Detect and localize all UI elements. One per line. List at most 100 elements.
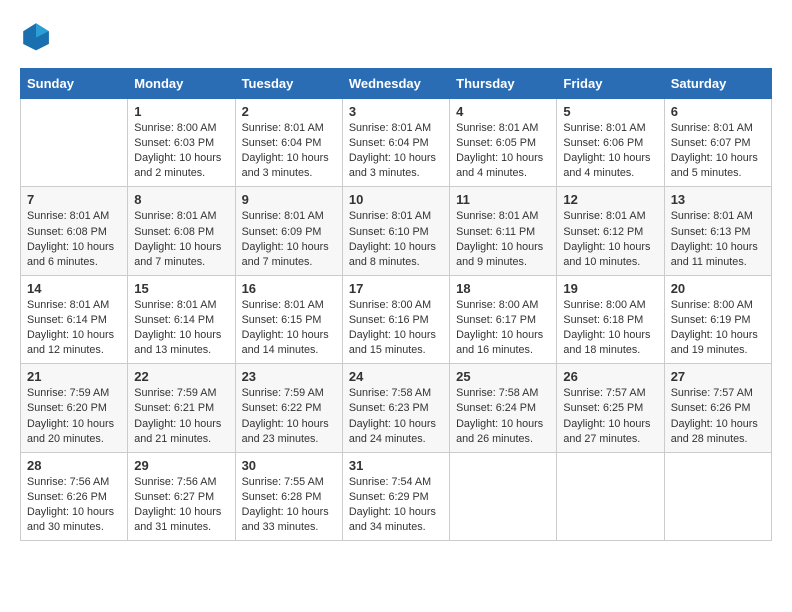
day-number: 11 bbox=[456, 192, 550, 207]
day-number: 13 bbox=[671, 192, 765, 207]
day-number: 16 bbox=[242, 281, 336, 296]
day-info: Sunrise: 8:01 AM Sunset: 6:10 PM Dayligh… bbox=[349, 209, 443, 269]
day-cell: 19 Sunrise: 8:00 AM Sunset: 6:18 PM Dayli… bbox=[557, 275, 664, 363]
header-row: SundayMondayTuesdayWednesdayThursdayFrid… bbox=[21, 69, 772, 99]
day-cell bbox=[557, 452, 664, 540]
day-number: 4 bbox=[456, 104, 550, 119]
day-number: 24 bbox=[349, 369, 443, 384]
day-cell: 6 Sunrise: 8:01 AM Sunset: 6:07 PM Daylig… bbox=[664, 99, 771, 187]
day-number: 27 bbox=[671, 369, 765, 384]
day-cell: 1 Sunrise: 8:00 AM Sunset: 6:03 PM Daylig… bbox=[128, 99, 235, 187]
day-info: Sunrise: 8:00 AM Sunset: 6:19 PM Dayligh… bbox=[671, 298, 765, 358]
day-info: Sunrise: 7:54 AM Sunset: 6:29 PM Dayligh… bbox=[349, 475, 443, 535]
day-cell: 8Sunrise: 8:01 AM Sunset: 6:08 PM Daylig… bbox=[128, 187, 235, 275]
day-cell: 4Sunrise: 8:01 AM Sunset: 6:05 PM Daylig… bbox=[450, 99, 557, 187]
day-number: 3 bbox=[349, 104, 443, 119]
day-number: 26 bbox=[563, 369, 657, 384]
day-info: Sunrise: 8:01 AM Sunset: 6:07 PM Dayligh… bbox=[671, 121, 765, 181]
day-cell: 31 Sunrise: 7:54 AM Sunset: 6:29 PM Dayli… bbox=[342, 452, 449, 540]
day-cell: 20 Sunrise: 8:00 AM Sunset: 6:19 PM Dayli… bbox=[664, 275, 771, 363]
day-number: 14 bbox=[27, 281, 121, 296]
column-header-monday: Monday bbox=[128, 69, 235, 99]
day-info: Sunrise: 7:59 AM Sunset: 6:20 PM Dayligh… bbox=[27, 386, 121, 446]
day-number: 28 bbox=[27, 458, 121, 473]
day-info: Sunrise: 8:01 AM Sunset: 6:06 PM Dayligh… bbox=[563, 121, 657, 181]
day-info: Sunrise: 8:01 AM Sunset: 6:11 PM Dayligh… bbox=[456, 209, 550, 269]
day-info: Sunrise: 8:00 AM Sunset: 6:03 PM Dayligh… bbox=[134, 121, 228, 181]
day-number: 1 bbox=[134, 104, 228, 119]
day-cell: 26 Sunrise: 7:57 AM Sunset: 6:25 PM Dayli… bbox=[557, 364, 664, 452]
column-header-wednesday: Wednesday bbox=[342, 69, 449, 99]
day-cell: 13 Sunrise: 8:01 AM Sunset: 6:13 PM Dayli… bbox=[664, 187, 771, 275]
column-header-thursday: Thursday bbox=[450, 69, 557, 99]
day-cell: 9 Sunrise: 8:01 AM Sunset: 6:09 PM Daylig… bbox=[235, 187, 342, 275]
day-number: 9 bbox=[242, 192, 336, 207]
day-number: 30 bbox=[242, 458, 336, 473]
day-number: 21 bbox=[27, 369, 121, 384]
day-cell: 10Sunrise: 8:01 AM Sunset: 6:10 PM Dayli… bbox=[342, 187, 449, 275]
day-cell: 22 Sunrise: 7:59 AM Sunset: 6:21 PM Dayli… bbox=[128, 364, 235, 452]
day-info: Sunrise: 8:01 AM Sunset: 6:13 PM Dayligh… bbox=[671, 209, 765, 269]
day-info: Sunrise: 7:56 AM Sunset: 6:27 PM Dayligh… bbox=[134, 475, 228, 535]
day-cell: 25 Sunrise: 7:58 AM Sunset: 6:24 PM Dayli… bbox=[450, 364, 557, 452]
day-cell: 3Sunrise: 8:01 AM Sunset: 6:04 PM Daylig… bbox=[342, 99, 449, 187]
day-info: Sunrise: 8:01 AM Sunset: 6:08 PM Dayligh… bbox=[134, 209, 228, 269]
day-number: 23 bbox=[242, 369, 336, 384]
day-number: 17 bbox=[349, 281, 443, 296]
day-cell: 29 Sunrise: 7:56 AM Sunset: 6:27 PM Dayli… bbox=[128, 452, 235, 540]
week-row-4: 21 Sunrise: 7:59 AM Sunset: 6:20 PM Dayli… bbox=[21, 364, 772, 452]
day-number: 20 bbox=[671, 281, 765, 296]
column-header-friday: Friday bbox=[557, 69, 664, 99]
day-cell: 30 Sunrise: 7:55 AM Sunset: 6:28 PM Dayli… bbox=[235, 452, 342, 540]
day-info: Sunrise: 8:01 AM Sunset: 6:09 PM Dayligh… bbox=[242, 209, 336, 269]
day-info: Sunrise: 7:58 AM Sunset: 6:24 PM Dayligh… bbox=[456, 386, 550, 446]
day-cell: 2 Sunrise: 8:01 AM Sunset: 6:04 PM Daylig… bbox=[235, 99, 342, 187]
day-info: Sunrise: 8:01 AM Sunset: 6:14 PM Dayligh… bbox=[27, 298, 121, 358]
day-info: Sunrise: 7:56 AM Sunset: 6:26 PM Dayligh… bbox=[27, 475, 121, 535]
day-cell: 14 Sunrise: 8:01 AM Sunset: 6:14 PM Dayli… bbox=[21, 275, 128, 363]
day-number: 18 bbox=[456, 281, 550, 296]
week-row-3: 14 Sunrise: 8:01 AM Sunset: 6:14 PM Dayli… bbox=[21, 275, 772, 363]
day-info: Sunrise: 7:55 AM Sunset: 6:28 PM Dayligh… bbox=[242, 475, 336, 535]
day-cell bbox=[664, 452, 771, 540]
day-cell: 12Sunrise: 8:01 AM Sunset: 6:12 PM Dayli… bbox=[557, 187, 664, 275]
day-number: 31 bbox=[349, 458, 443, 473]
day-info: Sunrise: 7:57 AM Sunset: 6:26 PM Dayligh… bbox=[671, 386, 765, 446]
day-info: Sunrise: 8:01 AM Sunset: 6:08 PM Dayligh… bbox=[27, 209, 121, 269]
week-row-2: 7 Sunrise: 8:01 AM Sunset: 6:08 PM Daylig… bbox=[21, 187, 772, 275]
day-info: Sunrise: 8:00 AM Sunset: 6:18 PM Dayligh… bbox=[563, 298, 657, 358]
day-info: Sunrise: 8:01 AM Sunset: 6:15 PM Dayligh… bbox=[242, 298, 336, 358]
day-number: 12 bbox=[563, 192, 657, 207]
calendar-table: SundayMondayTuesdayWednesdayThursdayFrid… bbox=[20, 68, 772, 541]
day-number: 22 bbox=[134, 369, 228, 384]
day-cell: 23Sunrise: 7:59 AM Sunset: 6:22 PM Dayli… bbox=[235, 364, 342, 452]
day-info: Sunrise: 8:00 AM Sunset: 6:16 PM Dayligh… bbox=[349, 298, 443, 358]
week-row-1: 1 Sunrise: 8:00 AM Sunset: 6:03 PM Daylig… bbox=[21, 99, 772, 187]
logo bbox=[20, 20, 56, 52]
day-cell bbox=[21, 99, 128, 187]
day-info: Sunrise: 8:01 AM Sunset: 6:14 PM Dayligh… bbox=[134, 298, 228, 358]
week-row-5: 28 Sunrise: 7:56 AM Sunset: 6:26 PM Dayli… bbox=[21, 452, 772, 540]
day-cell: 28 Sunrise: 7:56 AM Sunset: 6:26 PM Dayli… bbox=[21, 452, 128, 540]
day-cell bbox=[450, 452, 557, 540]
day-number: 25 bbox=[456, 369, 550, 384]
day-cell: 17 Sunrise: 8:00 AM Sunset: 6:16 PM Dayli… bbox=[342, 275, 449, 363]
day-cell: 18Sunrise: 8:00 AM Sunset: 6:17 PM Dayli… bbox=[450, 275, 557, 363]
day-number: 7 bbox=[27, 192, 121, 207]
day-cell: 11 Sunrise: 8:01 AM Sunset: 6:11 PM Dayli… bbox=[450, 187, 557, 275]
day-number: 2 bbox=[242, 104, 336, 119]
day-info: Sunrise: 7:57 AM Sunset: 6:25 PM Dayligh… bbox=[563, 386, 657, 446]
day-number: 5 bbox=[563, 104, 657, 119]
page-header bbox=[20, 20, 772, 52]
day-number: 29 bbox=[134, 458, 228, 473]
day-number: 6 bbox=[671, 104, 765, 119]
logo-icon bbox=[20, 20, 52, 52]
day-number: 15 bbox=[134, 281, 228, 296]
column-header-sunday: Sunday bbox=[21, 69, 128, 99]
day-info: Sunrise: 8:01 AM Sunset: 6:04 PM Dayligh… bbox=[242, 121, 336, 181]
day-number: 19 bbox=[563, 281, 657, 296]
day-cell: 21 Sunrise: 7:59 AM Sunset: 6:20 PM Dayli… bbox=[21, 364, 128, 452]
day-cell: 27 Sunrise: 7:57 AM Sunset: 6:26 PM Dayli… bbox=[664, 364, 771, 452]
column-header-tuesday: Tuesday bbox=[235, 69, 342, 99]
day-info: Sunrise: 7:59 AM Sunset: 6:21 PM Dayligh… bbox=[134, 386, 228, 446]
